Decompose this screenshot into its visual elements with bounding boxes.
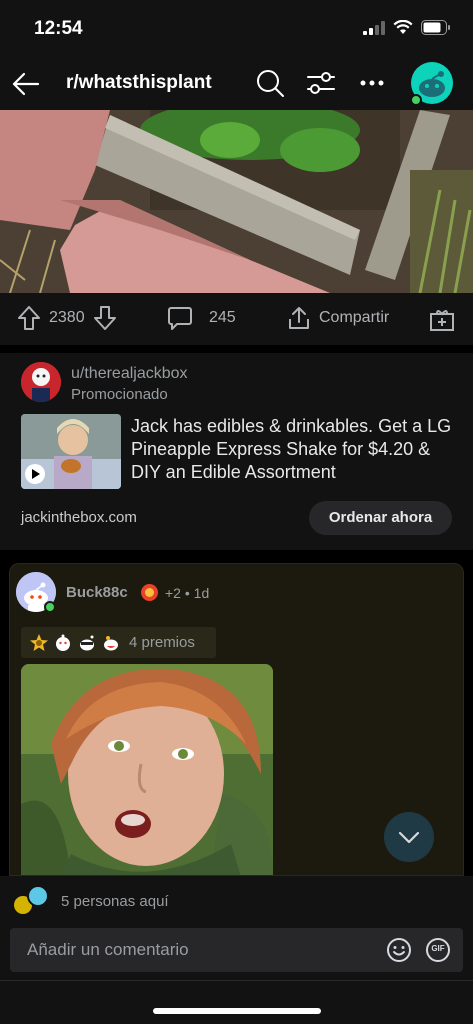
awards-count: 4 premios <box>129 634 195 651</box>
chevron-down-icon <box>398 831 420 844</box>
comment-composer: Añadir un comentario GIF <box>0 928 473 980</box>
meta-separator: • <box>184 585 190 601</box>
comment-icon <box>168 307 192 330</box>
wifi-icon <box>393 20 413 34</box>
status-time: 12:54 <box>34 18 83 39</box>
advertiser-username[interactable]: u/therealjackbox <box>71 365 188 383</box>
battery-icon <box>421 20 450 35</box>
filter-icon[interactable] <box>304 66 338 100</box>
comment-gif-image[interactable] <box>21 664 273 875</box>
subreddit-header: r/whatsthisplant <box>0 58 473 110</box>
share-label: Compartir <box>319 309 390 326</box>
promoted-post[interactable]: u/therealjackbox Promocionado Jack has e… <box>0 353 473 550</box>
presence-bar: 5 personas aquí <box>0 876 473 928</box>
share-button[interactable]: Compartir <box>287 305 389 331</box>
play-icon[interactable] <box>24 463 46 485</box>
comment-input[interactable]: Añadir un comentario GIF <box>10 928 463 972</box>
online-indicator <box>44 601 56 613</box>
award-gift-icon[interactable] <box>429 306 455 332</box>
home-indicator-area <box>0 980 473 1024</box>
back-arrow-icon[interactable] <box>8 66 44 102</box>
gold-award-icon <box>30 633 48 651</box>
subreddit-title[interactable]: r/whatsthisplant <box>66 72 212 94</box>
awards-bar[interactable]: 4 premios <box>21 627 216 658</box>
search-icon[interactable] <box>253 66 287 100</box>
flair-award-icon <box>141 584 158 601</box>
advertiser-avatar[interactable] <box>21 362 61 402</box>
status-icons <box>363 20 451 35</box>
snoo-award-icon <box>80 635 94 650</box>
downvote-icon[interactable] <box>93 305 117 331</box>
gif-button[interactable]: GIF <box>425 937 451 963</box>
comment-input-placeholder: Añadir un comentario <box>27 940 189 959</box>
presence-text: 5 personas aquí <box>61 893 169 910</box>
wholesome-award-icon <box>56 634 70 651</box>
signal-icon <box>363 20 385 35</box>
comment-author[interactable]: Buck88c <box>66 584 128 601</box>
home-indicator[interactable] <box>153 1008 321 1014</box>
comment-gif-picture <box>21 664 273 875</box>
share-icon <box>289 307 309 329</box>
comment-age: 1d <box>193 585 210 601</box>
comments-button[interactable]: 245 <box>167 305 236 331</box>
comment-meta: +2 • 1d <box>165 585 209 601</box>
scroll-down-button[interactable] <box>384 812 434 862</box>
upvote-icon[interactable] <box>17 305 41 331</box>
promo-video-thumbnail[interactable] <box>21 414 121 489</box>
post-action-bar: 2380 245 Compartir <box>0 293 473 345</box>
comment-count: 245 <box>209 309 236 326</box>
laughing-award-icon <box>104 635 118 650</box>
promoted-label: Promocionado <box>71 386 168 403</box>
present-user-avatar <box>27 885 49 907</box>
vote-count: 2380 <box>49 309 85 326</box>
gif-label: GIF <box>431 944 445 953</box>
more-icon[interactable] <box>355 66 389 100</box>
comment-card[interactable]: Buck88c +2 • 1d 4 premios <box>9 563 464 876</box>
post-photo <box>0 110 473 293</box>
vote-group: 2380 <box>17 305 117 331</box>
comment-score-extra: +2 <box>165 585 181 601</box>
emoji-icon[interactable] <box>386 937 412 963</box>
online-indicator <box>410 94 422 106</box>
promo-domain[interactable]: jackinthebox.com <box>21 509 137 526</box>
jack-avatar-icon <box>21 362 61 402</box>
status-bar: 12:54 <box>0 0 473 58</box>
promo-headline[interactable]: Jack has edibles & drinkables. Get a LG … <box>131 415 461 484</box>
post-image[interactable] <box>0 110 473 293</box>
order-now-button[interactable]: Ordenar ahora <box>309 501 452 535</box>
